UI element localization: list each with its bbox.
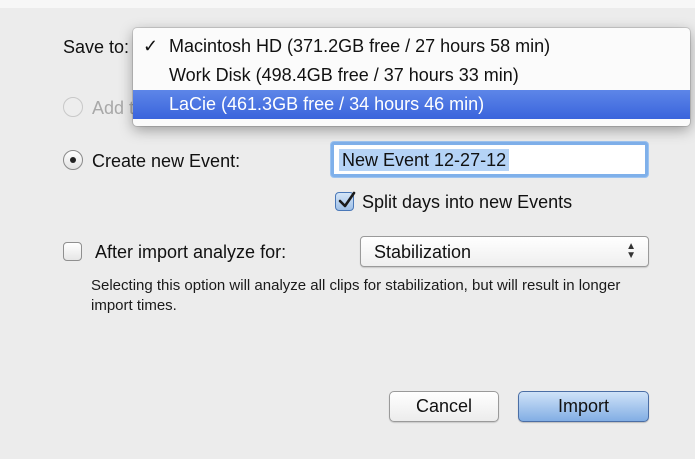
event-name-field[interactable]: New Event 12-27-12 [331, 142, 648, 177]
menu-item-macintosh-hd[interactable]: ✓ Macintosh HD (371.2GB free / 27 hours … [133, 32, 690, 61]
menu-item-work-disk[interactable]: Work Disk (498.4GB free / 37 hours 33 mi… [133, 61, 690, 90]
window-top-edge [0, 0, 695, 8]
import-button[interactable]: Import [518, 391, 649, 422]
analyze-label: After import analyze for: [95, 242, 287, 262]
create-new-event-radio[interactable] [63, 150, 83, 170]
split-days-checkbox[interactable] [335, 191, 356, 211]
menu-checkmark-icon: ✓ [143, 36, 159, 56]
cancel-button[interactable]: Cancel [389, 391, 499, 422]
menu-item-lacie[interactable]: LaCie (461.3GB free / 34 hours 46 min) [133, 90, 690, 119]
analyze-option-popup[interactable]: Stabilization ▲ ▼ [360, 236, 649, 267]
save-to-label: Save to: [63, 37, 130, 57]
popup-arrows-icon: ▲ ▼ [626, 241, 636, 261]
menu-item-label: Macintosh HD (371.2GB free / 27 hours 58… [169, 36, 551, 56]
create-new-event-label: Create new Event: [92, 151, 241, 171]
menu-item-label: Work Disk (498.4GB free / 37 hours 33 mi… [169, 65, 519, 85]
add-to-existing-event-label: Add to existing Event: [92, 98, 133, 118]
analyze-description: Selecting this option will analyze all c… [91, 277, 621, 314]
radio-selected-dot [70, 157, 76, 163]
save-to-menu: ✓ Macintosh HD (371.2GB free / 27 hours … [133, 28, 690, 126]
split-days-label: Split days into new Events [362, 192, 573, 212]
analyze-option-value: Stabilization [374, 242, 472, 262]
menu-item-label: LaCie (461.3GB free / 34 hours 46 min) [169, 94, 485, 114]
add-to-existing-event-radio[interactable] [63, 97, 83, 117]
event-name-value[interactable]: New Event 12-27-12 [339, 149, 510, 171]
checkmark-icon [338, 191, 356, 208]
analyze-checkbox[interactable] [63, 242, 82, 261]
